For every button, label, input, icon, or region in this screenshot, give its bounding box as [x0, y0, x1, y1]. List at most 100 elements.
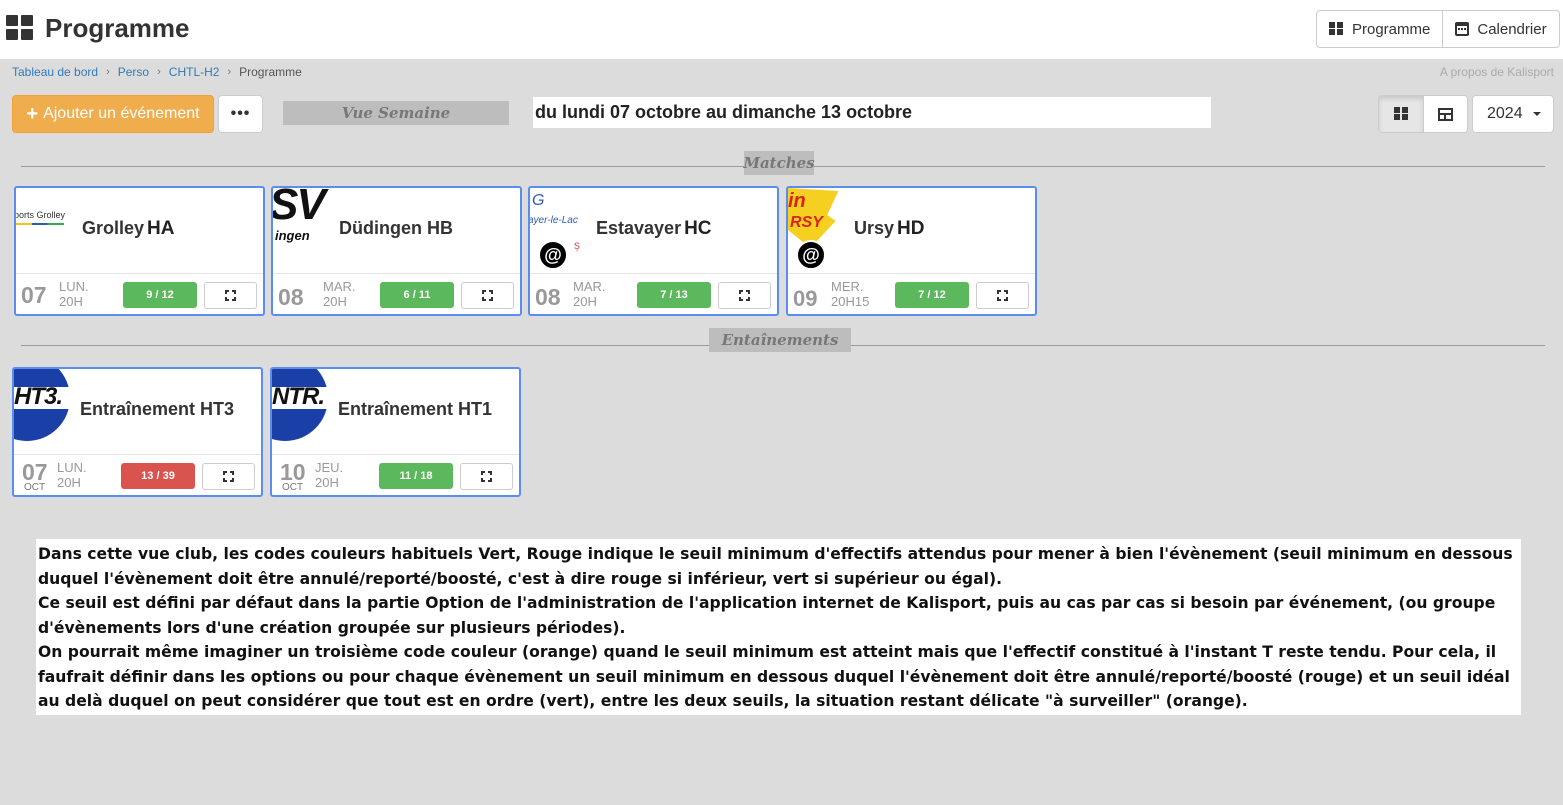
note-paragraph: Dans cette vue club, les codes couleurs … [38, 545, 1513, 588]
year-value: 2024 [1487, 105, 1523, 122]
logo-subtext: ingen [275, 228, 310, 243]
breadcrumb-perso[interactable]: Perso [118, 65, 149, 79]
about-link[interactable]: A propos de Kalisport [1440, 65, 1554, 79]
event-day: 09 [793, 286, 818, 311]
match-card[interactable]: ports Grolley Grolley HA 07 LUN. 20H 9 / … [14, 186, 265, 316]
view-programme-label: Programme [1352, 20, 1431, 38]
expand-button[interactable] [460, 463, 513, 490]
match-card[interactable]: in RSY @ Ursy HD 09 MER. 20H15 7 / 12 [786, 186, 1037, 316]
team-code: HC [684, 218, 712, 239]
event-time: 20H [59, 294, 83, 309]
expand-icon [223, 471, 234, 482]
match-title: Grolley HA [82, 218, 174, 240]
team-code: HD [897, 218, 925, 239]
card-divider [788, 273, 1035, 274]
calendar-icon [1455, 22, 1470, 36]
away-icon: @ [796, 240, 826, 270]
layout-table-button[interactable] [1423, 96, 1467, 132]
expand-button[interactable] [976, 282, 1029, 309]
chevron-down-icon [1532, 112, 1541, 116]
logo-text: NTR. [272, 383, 325, 410]
away-icon: @ [538, 240, 568, 270]
card-divider [273, 273, 520, 274]
card-divider [272, 454, 519, 455]
team-logo: NTR. [272, 369, 334, 454]
add-event-label: Ajouter un événement [43, 105, 200, 122]
grid-icon [1393, 107, 1409, 121]
grid-icon [1329, 22, 1344, 36]
logo-text: HT3. [14, 383, 63, 410]
event-month: OCT [282, 482, 304, 493]
section-trainings-label: Entaînements [709, 328, 851, 352]
attendance-badge[interactable]: 13 / 39 [121, 463, 195, 489]
training-title: Entraînement HT1 [338, 399, 493, 419]
team-name: Grolley [82, 218, 145, 238]
grid-icon [6, 15, 33, 41]
event-weekday: MAR. [573, 279, 606, 294]
attendance-badge[interactable]: 9 / 12 [123, 282, 197, 308]
expand-icon [739, 290, 750, 301]
card-divider [16, 273, 263, 274]
match-title: Düdingen HB [339, 218, 456, 240]
table-icon [1438, 107, 1453, 121]
expand-icon [482, 290, 493, 301]
logo-mark: in [788, 190, 806, 212]
training-card[interactable]: NTR. Entraînement HT1 10 OCT JEU. 20H 11… [270, 367, 521, 497]
expand-button[interactable] [461, 282, 514, 309]
week-view-label: Vue Semaine [283, 101, 509, 125]
breadcrumb-separator: › [227, 66, 232, 78]
attendance-badge[interactable]: 11 / 18 [379, 463, 453, 489]
event-day: 08 [535, 284, 561, 310]
more-options-button[interactable]: ••• [218, 95, 263, 133]
attendance-badge[interactable]: 7 / 12 [895, 282, 969, 308]
team-logo: HT3. [14, 369, 76, 454]
expand-button[interactable] [204, 282, 257, 309]
plus-icon: + [26, 103, 39, 125]
logo-mark: ș [574, 238, 580, 252]
breadcrumb: Tableau de bord › Perso › CHTL-H2 › Prog… [12, 65, 302, 79]
view-calendar-button[interactable]: Calendrier [1442, 11, 1558, 47]
event-weekday: MER. [831, 279, 864, 294]
expand-button[interactable] [202, 463, 255, 490]
add-event-button[interactable]: + Ajouter un événement [12, 95, 214, 133]
event-day: 08 [278, 284, 304, 310]
layout-cards-button[interactable] [1379, 96, 1423, 132]
event-weekday: LUN. [59, 279, 89, 294]
expand-icon [997, 290, 1008, 301]
event-month: OCT [24, 482, 46, 493]
match-title: Ursy HD [854, 218, 924, 240]
event-time: 20H15 [831, 294, 870, 309]
logo-text: SV [273, 188, 326, 229]
training-title: Entraînement HT3 [80, 399, 235, 419]
expand-icon [481, 471, 492, 482]
breadcrumb-dashboard[interactable]: Tableau de bord [12, 65, 98, 79]
view-switch: Programme Calendrier [1316, 10, 1560, 48]
breadcrumb-separator: › [106, 66, 110, 78]
card-divider [14, 454, 261, 455]
event-time: 20H [323, 294, 347, 309]
note-paragraph: On pourrait même imaginer un troisième c… [38, 643, 1510, 710]
breadcrumb-team[interactable]: CHTL-H2 [169, 65, 220, 79]
event-time: 20H [315, 475, 339, 490]
attendance-badge[interactable]: 7 / 13 [637, 282, 711, 308]
note-paragraph: Ce seuil est défini par défaut dans la p… [38, 594, 1496, 637]
training-card[interactable]: HT3. Entraînement HT3 07 OCT LUN. 20H 13… [12, 367, 263, 497]
view-programme-button[interactable]: Programme [1317, 11, 1442, 47]
date-range-title: du lundi 07 octobre au dimanche 13 octob… [533, 97, 1211, 128]
logo-text: ports Grolley [16, 210, 66, 220]
attendance-badge[interactable]: 6 / 11 [380, 282, 454, 308]
top-bar: Programme Programme Calendrier [0, 0, 1563, 59]
expand-button[interactable] [718, 282, 771, 309]
match-card[interactable]: G ayer-le-Lac ș @ Estavayer HC 08 MAR. 20… [528, 186, 779, 316]
expand-icon [225, 290, 236, 301]
section-matches-label: Matches [743, 151, 815, 175]
notes-text-block: Dans cette vue club, les codes couleurs … [36, 539, 1521, 715]
year-select[interactable]: 2024 [1472, 95, 1554, 133]
team-name: Estavayer [596, 218, 682, 238]
team-name: Düdingen HB [339, 218, 453, 238]
logo-text: RSY [790, 214, 823, 231]
page-title: Programme [45, 13, 190, 43]
team-logo: ports Grolley [16, 188, 78, 273]
logo-text: ayer-le-Lac [530, 215, 578, 226]
match-card[interactable]: SV ingen Düdingen HB 08 MAR. 20H 6 / 11 [271, 186, 522, 316]
